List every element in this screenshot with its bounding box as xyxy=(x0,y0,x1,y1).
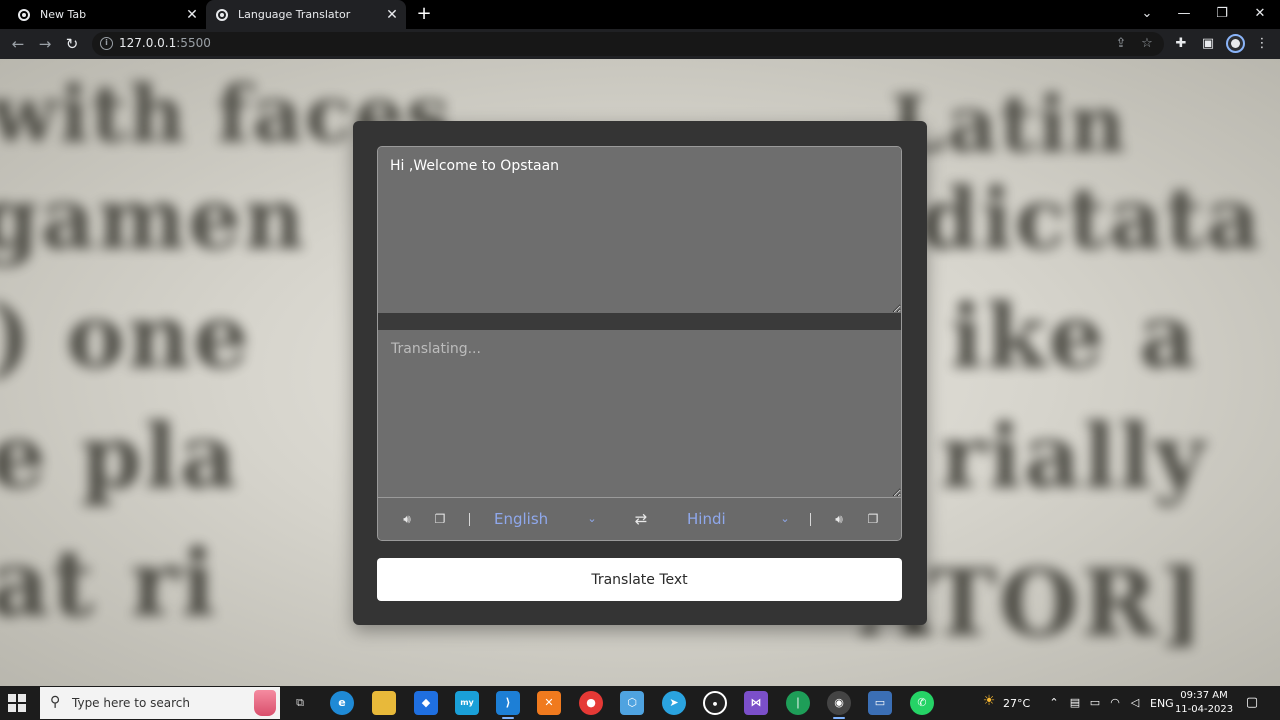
extensions-puzzle-icon[interactable]: ✚ xyxy=(1172,35,1190,53)
dropbox-icon[interactable]: ◆ xyxy=(414,691,438,715)
network-device-icon[interactable]: ▤ xyxy=(1068,696,1082,710)
speaker-icon[interactable]: 🔊︎ xyxy=(830,510,848,528)
screen-recorder-icon[interactable]: ▭ xyxy=(868,691,892,715)
source-text-input[interactable]: Hi ,Welcome to Opstaan xyxy=(378,147,901,313)
background-text: dictata xyxy=(920,169,1263,268)
translator-card: Hi ,Welcome to Opstaan 🔊︎ ❐ English ⌄ ⇄ … xyxy=(353,121,927,625)
url-host: 127.0.0.1 xyxy=(119,36,177,50)
background-text: gamen xyxy=(0,169,307,268)
translation-controls: 🔊︎ ❐ English ⌄ ⇄ Hindi ⌄ 🔊︎ ❐ xyxy=(378,497,901,540)
bookmark-star-icon[interactable]: ☆ xyxy=(1139,36,1155,52)
background-text: e pla xyxy=(0,404,239,508)
window-close-icon[interactable]: ✕ xyxy=(1241,0,1279,29)
chevron-down-icon[interactable]: ⌄ xyxy=(778,509,792,529)
file-explorer-icon[interactable] xyxy=(372,691,396,715)
wifi-icon[interactable]: ◠ xyxy=(1108,696,1122,710)
back-arrow-icon[interactable]: ← xyxy=(8,34,28,54)
battery-icon[interactable]: ▭ xyxy=(1088,696,1102,710)
side-panel-icon[interactable]: ▣ xyxy=(1199,35,1217,53)
url-port: :5500 xyxy=(176,36,211,50)
tab-title: New Tab xyxy=(40,8,87,21)
taskbar-search-box[interactable]: ⚲ Type here to search xyxy=(40,687,280,719)
mysql-icon[interactable]: my xyxy=(455,691,479,715)
text-input-wrapper: Hi ,Welcome to Opstaan 🔊︎ ❐ English ⌄ ⇄ … xyxy=(377,146,902,541)
address-bar[interactable]: i 127.0.0.1:5500 ⇪ ☆ xyxy=(92,32,1164,56)
translate-text-button[interactable]: Translate Text xyxy=(377,558,902,601)
mongodb-icon[interactable]: ❘ xyxy=(786,691,810,715)
copy-icon[interactable]: ❐ xyxy=(864,510,882,528)
tab-new-tab[interactable]: New Tab ✕ xyxy=(8,0,206,29)
input-language[interactable]: ENG xyxy=(1150,697,1174,710)
tab-language-translator[interactable]: Language Translator ✕ xyxy=(206,0,406,29)
separator xyxy=(469,513,470,526)
copy-icon[interactable]: ❐ xyxy=(431,510,449,528)
clock-date: 11-04-2023 xyxy=(1174,704,1234,715)
windows-start-icon[interactable] xyxy=(8,694,26,712)
edge-icon[interactable]: e xyxy=(330,691,354,715)
menu-kebab-icon[interactable]: ⋮ xyxy=(1253,35,1271,53)
close-icon[interactable]: ✕ xyxy=(384,7,400,23)
app-circle-icon[interactable]: • xyxy=(703,691,727,715)
background-text: rially xyxy=(940,404,1207,508)
info-icon[interactable]: i xyxy=(100,37,113,50)
browser-tab-bar: New Tab ✕ Language Translator ✕ + ⌄ — ❐ … xyxy=(0,0,1280,29)
search-icon: ⚲ xyxy=(50,694,61,710)
telegram-icon[interactable]: ➤ xyxy=(662,691,686,715)
reload-icon[interactable]: ↻ xyxy=(62,34,82,54)
minimize-icon[interactable]: — xyxy=(1165,0,1203,29)
maximize-icon[interactable]: ❐ xyxy=(1203,0,1241,29)
chrome-icon xyxy=(18,8,30,21)
forward-arrow-icon[interactable]: → xyxy=(35,34,55,54)
system-clock[interactable]: 09:37 AM 11-04-2023 xyxy=(1172,689,1236,717)
whatsapp-icon[interactable]: ✆ xyxy=(910,691,934,715)
chrome-icon[interactable]: ● xyxy=(579,691,603,715)
weather-sun-icon[interactable]: ☀ xyxy=(980,694,998,712)
background-text: ike a xyxy=(950,284,1199,388)
app-hexagon-icon[interactable]: ⬡ xyxy=(620,691,644,715)
speaker-icon[interactable]: 🔊︎ xyxy=(398,510,416,528)
notification-icon[interactable]: ▢ xyxy=(1245,696,1259,710)
search-placeholder: Type here to search xyxy=(72,696,190,710)
windows-taskbar: ⚲ Type here to search ⧉ e ◆ my ⟩ ✕ ● ⬡ ➤… xyxy=(0,686,1280,720)
exchange-icon[interactable]: ⇄ xyxy=(631,509,651,529)
browser-toolbar: ← → ↻ i 127.0.0.1:5500 ⇪ ☆ ✚ ▣ ⋮ xyxy=(0,29,1280,59)
globe-icon xyxy=(216,8,228,21)
chevron-up-icon[interactable]: ⌃ xyxy=(1047,696,1061,710)
chrome-active-icon[interactable]: ◉ xyxy=(827,691,851,719)
translated-text-output[interactable] xyxy=(378,330,901,497)
clock-time: 09:37 AM xyxy=(1180,690,1228,701)
weather-temperature[interactable]: 27°C xyxy=(1003,697,1030,710)
textarea-divider xyxy=(378,313,901,330)
target-language-select[interactable]: Hindi xyxy=(687,508,726,530)
source-language-select[interactable]: English xyxy=(494,508,548,530)
search-highlight-icon xyxy=(254,690,276,716)
close-icon[interactable]: ✕ xyxy=(184,7,200,23)
xampp-icon[interactable]: ✕ xyxy=(537,691,561,715)
profile-avatar[interactable] xyxy=(1226,34,1245,53)
page-background: with faces Latin gamen dictata ) one ike… xyxy=(0,59,1280,686)
new-tab-plus-icon[interactable]: + xyxy=(414,4,434,24)
separator xyxy=(810,513,811,526)
background-text: ) one xyxy=(0,284,251,388)
visual-studio-icon[interactable]: ⋈ xyxy=(744,691,768,715)
background-text: at ri xyxy=(0,529,218,637)
share-icon[interactable]: ⇪ xyxy=(1113,36,1129,52)
chevron-down-icon[interactable]: ⌄ xyxy=(585,509,599,529)
tab-search-chevron-icon[interactable]: ⌄ xyxy=(1128,0,1166,29)
vscode-icon[interactable]: ⟩ xyxy=(496,691,520,719)
tab-title: Language Translator xyxy=(238,8,351,21)
volume-icon[interactable]: ◁ xyxy=(1128,696,1142,710)
url-text[interactable]: 127.0.0.1:5500 xyxy=(119,36,211,50)
task-view-icon[interactable]: ⧉ xyxy=(288,691,312,715)
